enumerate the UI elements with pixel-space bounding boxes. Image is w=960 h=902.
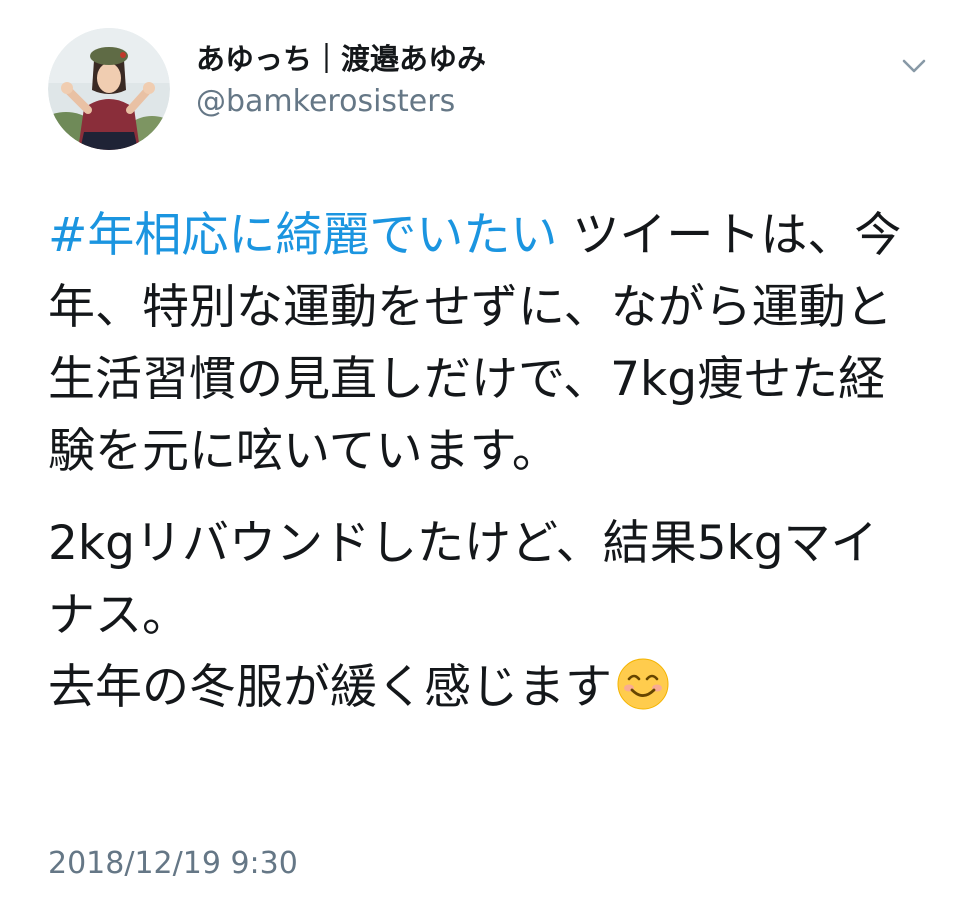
tweet-paragraph-1: #年相応に綺麗でいたい ツイートは、今年、特別な運動をせずに、ながら運動と生活習…: [48, 200, 918, 488]
author-handle[interactable]: @bamkerosisters: [196, 84, 455, 119]
profile-avatar[interactable]: [48, 28, 170, 150]
tweet-text: #年相応に綺麗でいたい ツイートは、今年、特別な運動をせずに、ながら運動と生活習…: [48, 200, 918, 724]
tweet-timestamp[interactable]: 2018/12/19 9:30: [48, 846, 298, 881]
chevron-down-icon[interactable]: [896, 52, 932, 80]
author-display-name[interactable]: あゆっち｜渡邉あゆみ: [196, 36, 486, 78]
tweet-paragraph-2: 2kgリバウンドしたけど、結果5kgマイナス。去年の冬服が緩く感じます: [48, 508, 918, 724]
hashtag-link[interactable]: #年相応に綺麗でいたい: [48, 208, 557, 263]
tweet-paragraph-2-line-1: 2kgリバウンドしたけど、結果5kgマイナス。: [48, 516, 878, 643]
tweet-paragraph-2-line-2: 去年の冬服が緩く感じます: [48, 660, 612, 715]
tweet-card: あゆっち｜渡邉あゆみ @bamkerosisters #年相応に綺麗でいたい ツ…: [0, 0, 960, 902]
smiling-face-emoji-icon: [616, 657, 670, 711]
avatar-photo: [48, 28, 170, 150]
